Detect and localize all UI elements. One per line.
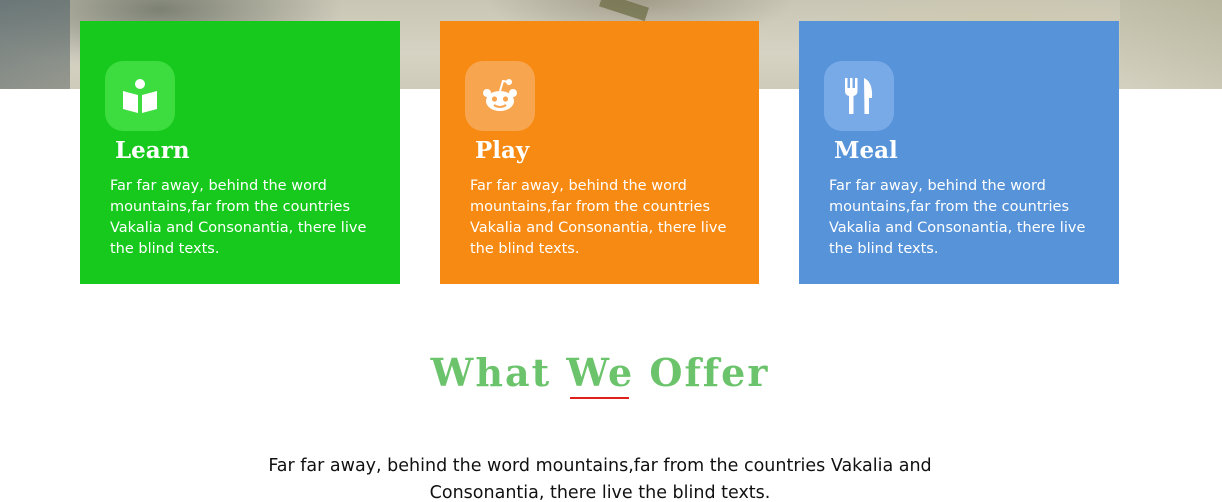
icon-box-meal <box>824 61 894 131</box>
hero-image-shadow <box>0 0 70 89</box>
heading-underline <box>570 397 629 399</box>
card-title-meal: Meal <box>834 137 898 164</box>
card-text-meal: Far far away, behind the word mountains,… <box>829 178 1086 257</box>
card-text-play: Far far away, behind the word mountains,… <box>470 178 727 257</box>
section-description: Far far away, behind the word mountains,… <box>268 456 932 502</box>
hero-image-highlight <box>1120 0 1222 89</box>
card-title-learn: Learn <box>115 137 190 164</box>
feature-card-play: Play Far far away, behind the word mount… <box>440 21 759 284</box>
page: Learn Far far away, behind the word moun… <box>0 0 1222 502</box>
feature-card-meal: Meal Far far away, behind the word mount… <box>799 21 1119 284</box>
section-heading-what-we-offer: What We Offer <box>430 350 770 395</box>
reddit-icon <box>483 79 517 111</box>
card-text-learn: Far far away, behind the word mountains,… <box>110 178 367 257</box>
feature-card-learn: Learn Far far away, behind the word moun… <box>80 21 400 284</box>
icon-box-play <box>465 61 535 131</box>
hero-image-pencil <box>599 0 649 22</box>
utensils-icon <box>845 78 873 114</box>
card-title-play: Play <box>475 137 530 164</box>
reading-icon <box>123 79 157 113</box>
icon-box-learn <box>105 61 175 131</box>
